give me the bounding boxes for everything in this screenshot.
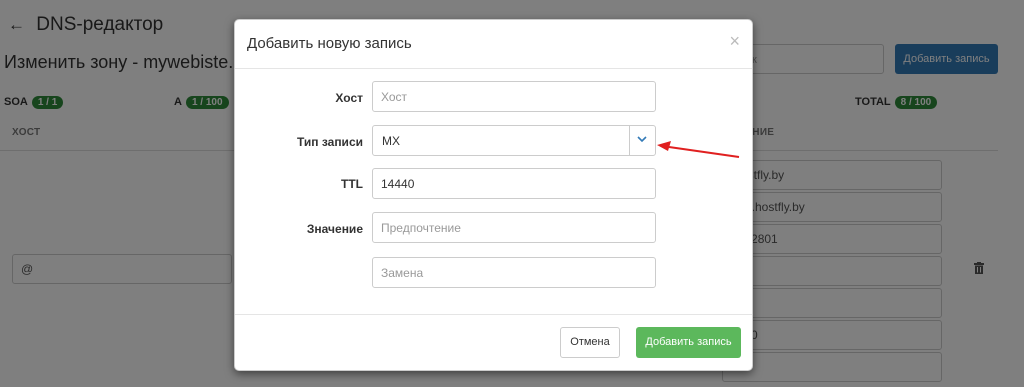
record-type-value: MX — [382, 134, 400, 148]
submit-button[interactable]: Добавить запись — [636, 327, 741, 358]
modal-footer-divider — [235, 314, 752, 315]
add-record-modal: Добавить новую запись × Хост Тип записи … — [234, 19, 753, 371]
close-icon[interactable]: × — [729, 32, 740, 50]
cancel-button[interactable]: Отмена — [560, 327, 620, 358]
host-input[interactable] — [372, 81, 656, 112]
chevron-down-icon — [637, 136, 647, 143]
exchange-input[interactable] — [372, 257, 656, 288]
record-type-label: Тип записи — [297, 135, 363, 149]
modal-header: Добавить новую запись × — [235, 20, 752, 69]
annotation-arrow-icon — [657, 141, 740, 158]
select-toggle[interactable] — [629, 126, 655, 155]
record-type-select[interactable]: MX — [372, 125, 656, 156]
ttl-label: TTL — [341, 177, 363, 191]
preference-input[interactable] — [372, 212, 656, 243]
modal-title: Добавить новую запись — [247, 35, 412, 52]
value-label: Значение — [306, 222, 363, 236]
ttl-input[interactable] — [372, 168, 656, 199]
host-label: Хост — [335, 91, 363, 105]
